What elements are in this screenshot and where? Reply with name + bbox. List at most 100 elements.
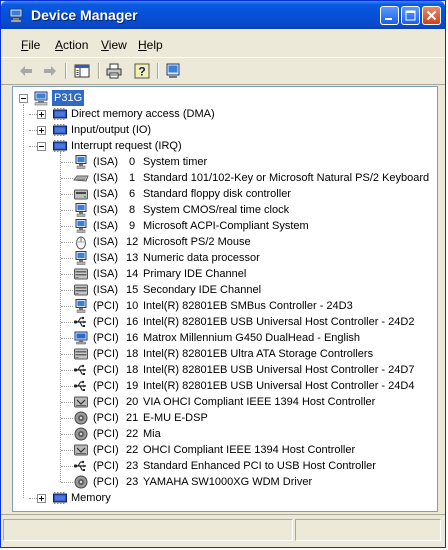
tree-group-memory[interactable]: Memory	[13, 490, 437, 506]
tree-group-label: Direct memory access (DMA)	[71, 108, 215, 120]
tree-irq-item-3[interactable]: (ISA) 8 System CMOS/real time clock	[13, 202, 437, 218]
irq-bus-label: (ISA)	[93, 220, 119, 232]
tree-group-1[interactable]: Input/output (IO)	[13, 122, 437, 138]
tree-irq-item-14[interactable]: (PCI) 19 Intel(R) 82801EB USB Universal Ho…	[13, 378, 437, 394]
tree-root-computer[interactable]: P31G	[13, 90, 437, 106]
close-icon	[426, 10, 437, 21]
maximize-button[interactable]	[401, 6, 420, 25]
print-icon	[106, 63, 122, 79]
irq-bus-label: (ISA)	[93, 172, 119, 184]
properties-button[interactable]	[162, 61, 184, 81]
irq-device-name: Intel(R) 82801EB SMBus Controller - 24D3	[143, 300, 353, 312]
irq-bus-label: (PCI)	[93, 300, 119, 312]
resource-icon	[52, 122, 68, 138]
tree-irq-item-1[interactable]: (ISA) 1 Standard 101/102-Key or Microsoft …	[13, 170, 437, 186]
tree-group-0[interactable]: Direct memory access (DMA)	[13, 106, 437, 122]
close-button[interactable]	[422, 6, 441, 25]
tree-irq-item-15[interactable]: (PCI) 20 VIA OHCI Compliant IEEE 1394 Host…	[13, 394, 437, 410]
tree-irq-item-0[interactable]: (ISA) 0 System timer	[13, 154, 437, 170]
irq-bus-label: (PCI)	[93, 412, 119, 424]
help-button[interactable]: ?	[131, 61, 153, 81]
irq-number-label: 16	[126, 316, 139, 328]
irq-device-name: Numeric data processor	[143, 252, 260, 264]
window-title: Device Manager	[31, 7, 138, 23]
irq-number-label: 12	[126, 236, 139, 248]
irq-device-name: Intel(R) 82801EB USB Universal Host Cont…	[143, 316, 415, 328]
irq-device-name: System timer	[143, 156, 208, 168]
tree-irq-item-8[interactable]: (ISA) 15 Secondary IDE Channel	[13, 282, 437, 298]
tree-irq-item-18[interactable]: (PCI) 22 OHCI Compliant IEEE 1394 Host Con…	[13, 442, 437, 458]
irq-device-name: Intel(R) 82801EB USB Universal Host Cont…	[143, 380, 415, 392]
ide-channel-icon	[73, 282, 89, 298]
tree-irq-item-16[interactable]: (PCI) 21 E-MU E-DSP	[13, 410, 437, 426]
display-adapter-icon	[73, 330, 89, 346]
irq-device-name: Microsoft PS/2 Mouse	[143, 236, 251, 248]
menu-bar: File Action View Help	[1, 31, 445, 58]
irq-bus-label: (PCI)	[93, 348, 119, 360]
irq-number-label: 1	[129, 172, 136, 184]
system-device-icon	[73, 250, 89, 266]
irq-device-name: Intel(R) 82801EB Ultra ATA Storage Contr…	[143, 348, 374, 360]
status-panel-secondary	[295, 519, 441, 541]
system-device-icon	[73, 154, 89, 170]
irq-bus-label: (PCI)	[93, 428, 119, 440]
ide-channel-icon	[73, 346, 89, 362]
irq-number-label: 9	[129, 220, 136, 232]
menu-action[interactable]: Action	[55, 38, 88, 52]
tree-irq-item-7[interactable]: (ISA) 14 Primary IDE Channel	[13, 266, 437, 282]
print-button[interactable]	[103, 61, 125, 81]
tree-irq-item-4[interactable]: (ISA) 9 Microsoft ACPI-Compliant System	[13, 218, 437, 234]
tree-irq-item-6[interactable]: (ISA) 13 Numeric data processor	[13, 250, 437, 266]
irq-device-name: OHCI Compliant IEEE 1394 Host Controller	[143, 444, 356, 456]
tree-irq-item-17[interactable]: (PCI) 22 Mia	[13, 426, 437, 442]
tree-irq-item-12[interactable]: (PCI) 18 Intel(R) 82801EB Ultra ATA Storag…	[13, 346, 437, 362]
minimize-button[interactable]	[380, 6, 399, 25]
irq-bus-label: (ISA)	[93, 204, 119, 216]
irq-bus-label: (ISA)	[93, 268, 119, 280]
status-panel-main	[3, 519, 293, 541]
system-device-icon	[73, 218, 89, 234]
irq-number-label: 20	[126, 396, 139, 408]
usb-icon	[73, 458, 89, 474]
sound-device-icon	[73, 426, 89, 442]
tree-irq-item-2[interactable]: (ISA) 6 Standard floppy disk controller	[13, 186, 437, 202]
irq-bus-label: (PCI)	[93, 396, 119, 408]
menu-file[interactable]: File	[21, 38, 40, 52]
irq-device-name: Standard Enhanced PCI to USB Host Contro…	[143, 460, 376, 472]
irq-number-label: 21	[126, 412, 139, 424]
menu-action-label: ction	[63, 38, 89, 52]
toolbar-separator	[65, 63, 67, 79]
tree-group-label: Input/output (IO)	[71, 124, 152, 136]
show-hide-console-tree-button[interactable]	[71, 61, 93, 81]
irq-bus-label: (ISA)	[93, 156, 119, 168]
back-button[interactable]	[15, 61, 37, 81]
tree-irq-item-5[interactable]: (ISA) 12 Microsoft PS/2 Mouse	[13, 234, 437, 250]
toolbar-separator	[157, 63, 159, 79]
sound-device-icon	[73, 474, 89, 490]
menu-view[interactable]: View	[101, 38, 127, 52]
irq-device-name: Primary IDE Channel	[143, 268, 247, 280]
title-bar[interactable]: Device Manager	[1, 1, 445, 29]
irq-number-label: 18	[126, 364, 139, 376]
irq-number-label: 22	[126, 444, 139, 456]
tree-irq-item-10[interactable]: (PCI) 16 Intel(R) 82801EB USB Universal Ho…	[13, 314, 437, 330]
help-icon: ?	[134, 63, 150, 79]
mouse-icon	[73, 234, 89, 250]
irq-bus-label: (PCI)	[93, 316, 119, 328]
menu-help[interactable]: Help	[138, 38, 163, 52]
menu-file-label: ile	[28, 38, 41, 52]
tree-irq-item-19[interactable]: (PCI) 23 Standard Enhanced PCI to USB Host…	[13, 458, 437, 474]
irq-number-label: 10	[126, 300, 139, 312]
tree-irq-item-9[interactable]: (PCI) 10 Intel(R) 82801EB SMBus Controller…	[13, 298, 437, 314]
tree-irq-item-13[interactable]: (PCI) 18 Intel(R) 82801EB USB Universal Ho…	[13, 362, 437, 378]
tree-irq-item-20[interactable]: (PCI) 23 YAMAHA SW1000XG WDM Driver	[13, 474, 437, 490]
irq-device-name: Standard floppy disk controller	[143, 188, 291, 200]
irq-device-name: Matrox Millennium G450 DualHead - Englis…	[143, 332, 361, 344]
tree-irq-item-11[interactable]: (PCI) 16 Matrox Millennium G450 DualHead -…	[13, 330, 437, 346]
irq-device-name: Microsoft ACPI-Compliant System	[143, 220, 309, 232]
svg-text:?: ?	[138, 65, 145, 79]
forward-button[interactable]	[39, 61, 61, 81]
tree-group-2[interactable]: Interrupt request (IRQ)	[13, 138, 437, 154]
device-tree[interactable]: P31G Direct memory access (DMA) Input/outp…	[12, 86, 438, 512]
irq-device-name: Intel(R) 82801EB USB Universal Host Cont…	[143, 364, 415, 376]
